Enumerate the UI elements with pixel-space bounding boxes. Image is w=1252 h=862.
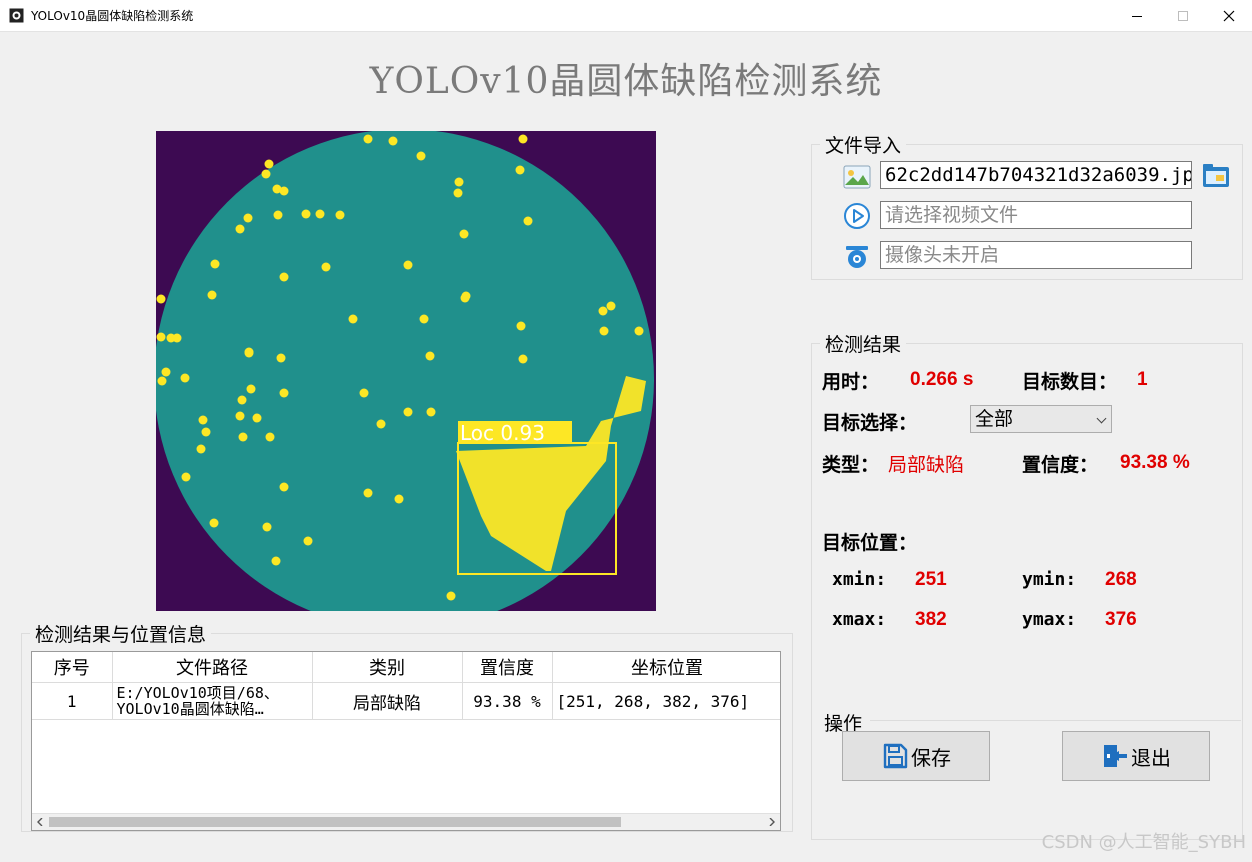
cell-path-line2: YOLOv10晶圆体缺陷… (116, 700, 264, 718)
minimize-button[interactable] (1114, 0, 1160, 31)
exit-icon (1104, 745, 1127, 767)
ymax-value: 376 (1105, 609, 1137, 630)
target-select[interactable]: 全部 (970, 405, 1112, 433)
cell-path-line1: E:/YOLOv10项目/68、 (116, 684, 279, 702)
scroll-left-icon[interactable] (36, 818, 44, 826)
save-icon (883, 743, 908, 769)
type-label: 类型： (822, 454, 880, 476)
watermark: CSDN @人工智能_SYBH (1041, 832, 1246, 853)
xmax-value: 382 (915, 609, 947, 630)
target-select-label: 目标选择： (822, 412, 918, 434)
column-header-path[interactable]: 文件路径 (112, 652, 313, 683)
xmax-label: xmax: (832, 609, 887, 630)
xmin-value: 251 (915, 569, 947, 590)
time-value: 0.266 s (910, 369, 974, 390)
camera-icon[interactable] (843, 242, 871, 270)
results-table-legend: 检测结果与位置信息 (35, 624, 207, 646)
close-button[interactable] (1206, 0, 1252, 31)
app-icon (9, 8, 24, 23)
horizontal-scrollbar[interactable] (32, 813, 780, 830)
chevron-down-icon (1096, 413, 1107, 424)
target-position-label: 目标位置： (822, 532, 918, 554)
video-path-field[interactable]: 请选择视频文件 (880, 201, 1192, 229)
confidence-label: 置信度： (1022, 454, 1099, 476)
image-file-icon[interactable] (843, 163, 871, 191)
target-count-value: 1 (1137, 369, 1148, 390)
save-button[interactable]: 保存 (842, 731, 990, 781)
detection-box-label: Loc 0.93 (460, 421, 545, 445)
ymin-value: 268 (1105, 569, 1137, 590)
save-button-label: 保存 (911, 745, 951, 770)
xmin-label: xmin: (832, 569, 887, 590)
detection-results-legend: 检测结果 (825, 334, 902, 356)
maximize-icon (1178, 10, 1188, 21)
minimize-icon (1132, 15, 1142, 17)
results-table-container: 序号 文件路径 类别 置信度 坐标位置 1 E:/YOLOv10项目/68、 Y… (31, 651, 781, 831)
video-play-icon[interactable] (843, 202, 871, 230)
column-header-index[interactable]: 序号 (32, 652, 113, 683)
maximize-button[interactable] (1160, 0, 1206, 31)
table-row[interactable]: 1 E:/YOLOv10项目/68、 YOLOv10晶圆体缺陷… 局部缺陷 93… (32, 682, 780, 720)
camera-status-field[interactable]: 摄像头未开启 (880, 241, 1192, 269)
wafer-disc (156, 131, 654, 611)
cell-coords: [251, 268, 382, 376] (552, 682, 780, 720)
image-path-field[interactable]: 62c2dd147b704321d32a6039.jpg (880, 161, 1192, 189)
confidence-value: 93.38 % (1120, 452, 1190, 473)
file-import-legend: 文件导入 (825, 135, 902, 157)
ymax-label: ymax: (1022, 609, 1077, 630)
wafer-image: Loc 0.93 (156, 131, 654, 611)
table-header-row: 序号 文件路径 类别 置信度 坐标位置 (32, 652, 780, 683)
time-label: 用时： (822, 371, 880, 393)
cell-confidence: 93.38 % (462, 682, 553, 720)
column-header-class[interactable]: 类别 (312, 652, 463, 683)
operations-divider (870, 720, 1241, 721)
open-folder-icon[interactable] (1201, 161, 1231, 189)
page-title: YOLOv10晶圆体缺陷检测系统 (369, 61, 883, 102)
cell-class: 局部缺陷 (312, 682, 463, 720)
exit-button[interactable]: 退出 (1062, 731, 1210, 781)
window-title: YOLOv10晶圆体缺陷检测系统 (31, 9, 194, 23)
cell-path: E:/YOLOv10项目/68、 YOLOv10晶圆体缺陷… (112, 682, 313, 720)
ymin-label: ymin: (1022, 569, 1077, 590)
type-value: 局部缺陷 (888, 455, 965, 476)
scroll-right-icon[interactable] (768, 818, 776, 826)
exit-button-label: 退出 (1131, 745, 1171, 770)
column-header-confidence[interactable]: 置信度 (462, 652, 553, 683)
target-count-label: 目标数目： (1022, 371, 1118, 393)
target-select-value: 全部 (975, 408, 1014, 430)
detection-preview-image: Loc 0.93 (156, 131, 656, 611)
cell-index: 1 (32, 682, 113, 720)
column-header-coords[interactable]: 坐标位置 (552, 652, 780, 683)
window-titlebar: YOLOv10晶圆体缺陷检测系统 (0, 0, 1252, 32)
results-table: 序号 文件路径 类别 置信度 坐标位置 1 E:/YOLOv10项目/68、 Y… (32, 652, 780, 720)
scrollbar-thumb[interactable] (49, 817, 621, 827)
close-icon (1223, 10, 1235, 21)
